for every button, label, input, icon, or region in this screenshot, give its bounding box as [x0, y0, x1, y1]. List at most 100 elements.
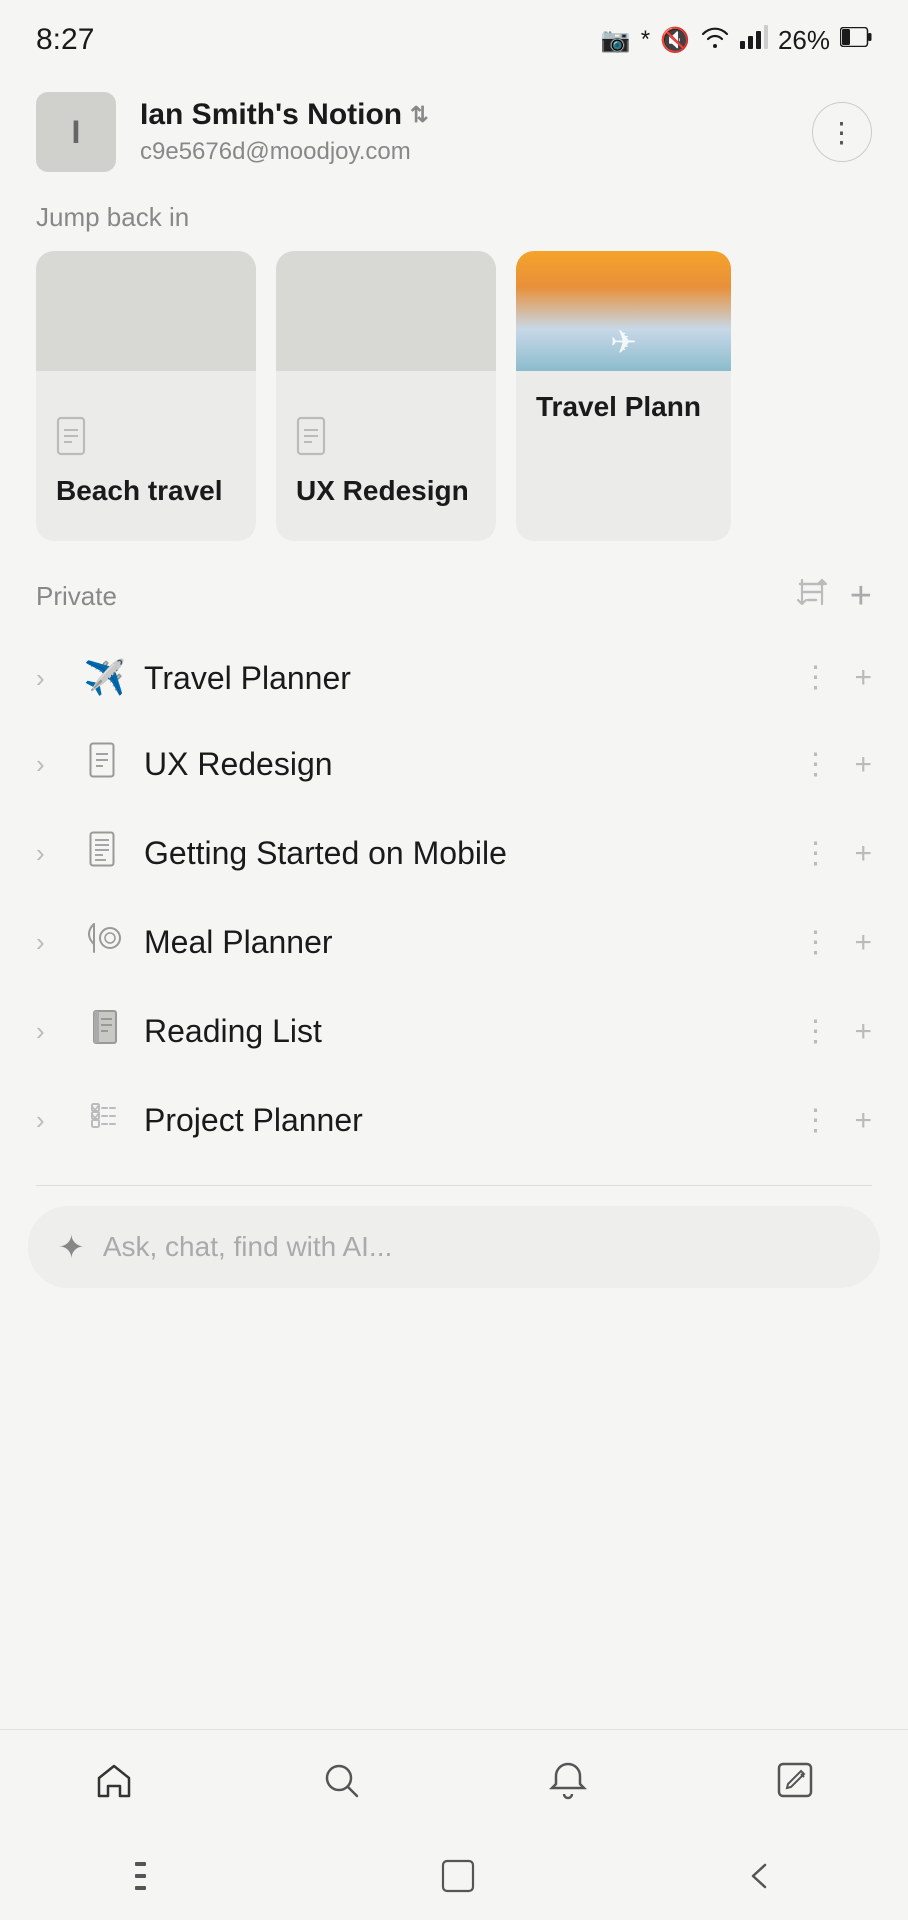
account-info: Ian Smith's Notion ⇅ c9e5676d@moodjoy.co… [140, 98, 429, 166]
nav-item-getting-started[interactable]: › Getting Started on Mobile ⋮ + [12, 809, 896, 898]
ai-input-placeholder: Ask, chat, find with AI... [103, 1231, 392, 1263]
nav-add-button[interactable]: + [854, 928, 872, 958]
mute-icon: 🔇 [660, 26, 690, 55]
expand-chevron-icon: › [36, 749, 78, 780]
nav-title-reading-list: Reading List [132, 1013, 800, 1050]
nav-title-getting-started: Getting Started on Mobile [132, 835, 800, 872]
battery-icon [840, 26, 872, 54]
nav-options-button[interactable]: ⋮ [800, 1017, 830, 1047]
nav-add-button[interactable]: + [854, 839, 872, 869]
account-email: c9e5676d@moodjoy.com [140, 138, 429, 166]
card-title-travel-planner: Travel Plann [536, 391, 711, 423]
lines-document-icon [78, 831, 132, 876]
camera-icon: 📷 [601, 26, 631, 55]
document-icon [78, 742, 132, 787]
nav-options-button[interactable]: ⋮ [800, 839, 830, 869]
home-icon [92, 1758, 136, 1812]
card-body: Beach travel [36, 371, 256, 541]
status-icons: 📷 * 🔇 26% [601, 25, 872, 56]
expand-chevron-icon: › [36, 1105, 78, 1136]
nav-home-button[interactable] [62, 1748, 166, 1822]
nav-add-button[interactable]: + [854, 1106, 872, 1136]
nav-item-actions: ⋮ + [800, 928, 872, 958]
nav-add-button[interactable]: + [854, 1017, 872, 1047]
nav-title-travel-planner: Travel Planner [132, 660, 800, 697]
card-title-beach-travel: Beach travel [56, 475, 236, 507]
nav-list: › ✈️ Travel Planner ⋮ + › UX Redesign ⋮ … [0, 636, 908, 1165]
add-page-button[interactable]: + [850, 575, 872, 618]
card-image-placeholder [36, 251, 256, 371]
nav-item-actions: ⋮ + [800, 1106, 872, 1136]
checklist-icon [78, 1098, 132, 1143]
bluetooth-icon: * [641, 26, 650, 54]
card-image-travel: ✈ [516, 251, 731, 371]
nav-add-button[interactable]: + [854, 750, 872, 780]
card-title-ux-redesign: UX Redesign [296, 475, 476, 507]
plane-icon: ✈ [610, 323, 637, 361]
edit-icon [773, 1758, 817, 1812]
android-back-button[interactable] [745, 1859, 773, 1901]
more-options-button[interactable]: ⋮ [812, 102, 872, 162]
nav-item-actions: ⋮ + [800, 839, 872, 869]
ai-input-container: ✦ Ask, chat, find with AI... [0, 1206, 908, 1312]
bell-icon [546, 1758, 590, 1812]
ai-search-bar[interactable]: ✦ Ask, chat, find with AI... [28, 1206, 880, 1288]
nav-item-actions: ⋮ + [800, 663, 872, 693]
search-icon [319, 1758, 363, 1812]
status-time: 8:27 [36, 23, 94, 57]
nav-title-ux-redesign: UX Redesign [132, 746, 800, 783]
card-ux-redesign[interactable]: UX Redesign [276, 251, 496, 541]
nav-item-reading-list[interactable]: › Reading List ⋮ + [12, 987, 896, 1076]
nav-options-button[interactable]: ⋮ [800, 663, 830, 693]
private-section-header: Private + [0, 541, 908, 636]
private-actions: + [794, 575, 872, 618]
document-icon [296, 416, 476, 465]
card-beach-travel[interactable]: Beach travel [36, 251, 256, 541]
wifi-icon [700, 25, 730, 56]
expand-chevron-icon: › [36, 663, 78, 694]
status-bar: 8:27 📷 * 🔇 26% [0, 0, 908, 72]
card-body: Travel Plann [516, 371, 731, 433]
book-icon [78, 1009, 132, 1054]
nav-add-button[interactable]: + [854, 663, 872, 693]
android-menu-button[interactable] [135, 1862, 171, 1898]
nav-item-ux-redesign[interactable]: › UX Redesign ⋮ + [12, 720, 896, 809]
nav-edit-button[interactable] [743, 1748, 847, 1822]
account-name[interactable]: Ian Smith's Notion ⇅ [140, 98, 429, 132]
private-label: Private [36, 581, 117, 612]
avatar[interactable]: I [36, 92, 116, 172]
jump-back-in-label: Jump back in [0, 192, 908, 251]
nav-item-actions: ⋮ + [800, 750, 872, 780]
meal-icon [78, 920, 132, 965]
nav-notifications-button[interactable] [516, 1748, 620, 1822]
ai-star-icon: ✦ [58, 1228, 85, 1266]
expand-chevron-icon: › [36, 1016, 78, 1047]
expand-chevron-icon: › [36, 927, 78, 958]
signal-icon [740, 25, 768, 56]
nav-item-meal-planner[interactable]: › Meal Planner ⋮ + [12, 898, 896, 987]
android-nav-bar [0, 1840, 908, 1920]
recent-cards-row: Beach travel UX Redesign ✈ Travel Plann [0, 251, 908, 541]
bottom-navigation [0, 1729, 908, 1840]
nav-options-button[interactable]: ⋮ [800, 750, 830, 780]
nav-options-button[interactable]: ⋮ [800, 928, 830, 958]
card-travel-planner[interactable]: ✈ Travel Plann [516, 251, 731, 541]
android-home-button[interactable] [441, 1859, 475, 1901]
divider [36, 1185, 872, 1186]
nav-search-button[interactable] [289, 1748, 393, 1822]
nav-item-project-planner[interactable]: › Project Planner ⋮ + [12, 1076, 896, 1165]
nav-item-actions: ⋮ + [800, 1017, 872, 1047]
card-body: UX Redesign [276, 371, 496, 541]
nav-options-button[interactable]: ⋮ [800, 1106, 830, 1136]
nav-item-travel-planner[interactable]: › ✈️ Travel Planner ⋮ + [12, 636, 896, 720]
nav-title-meal-planner: Meal Planner [132, 924, 800, 961]
plane-icon: ✈️ [78, 658, 132, 698]
account-header: I Ian Smith's Notion ⇅ c9e5676d@moodjoy.… [0, 72, 908, 192]
sort-button[interactable] [794, 576, 830, 617]
card-image-placeholder [276, 251, 496, 371]
workspace-chevron-icon: ⇅ [410, 102, 428, 128]
nav-title-project-planner: Project Planner [132, 1102, 800, 1139]
account-left: I Ian Smith's Notion ⇅ c9e5676d@moodjoy.… [36, 92, 429, 172]
battery-text: 26% [778, 25, 830, 56]
three-dots-icon: ⋮ [828, 116, 857, 149]
